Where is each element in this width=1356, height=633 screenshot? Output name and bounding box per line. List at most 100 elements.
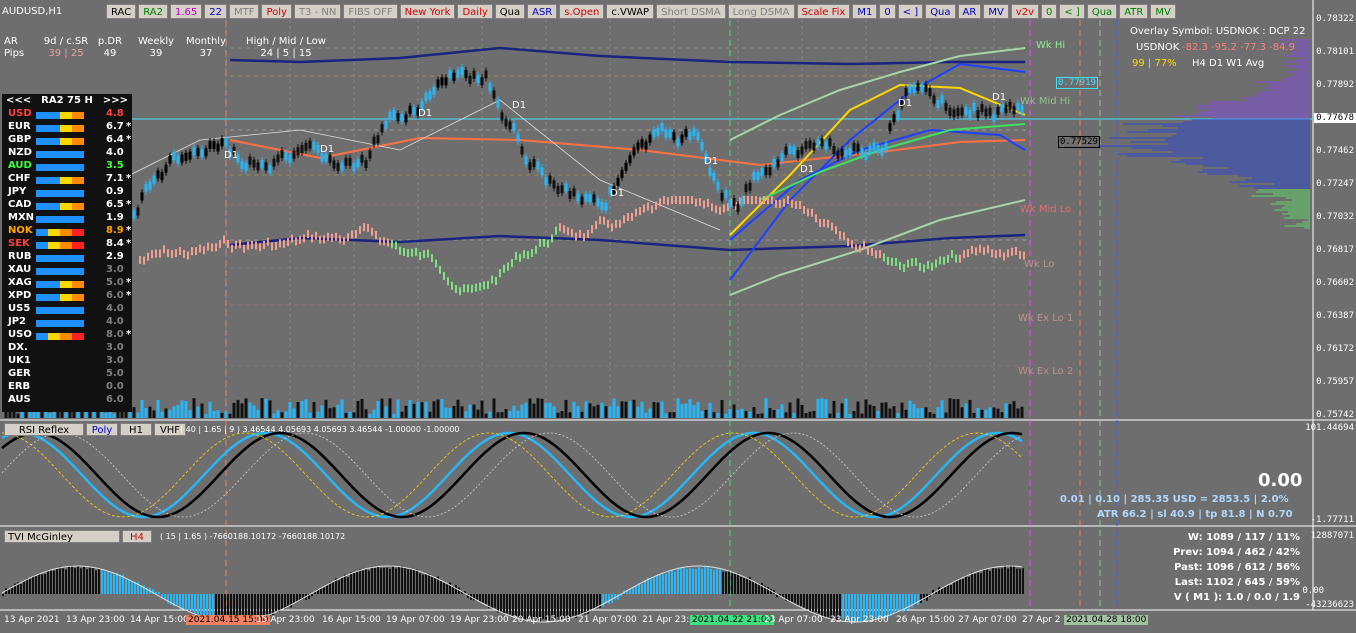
currency-star: * — [126, 134, 132, 145]
volume-bar — [144, 407, 148, 418]
tvi-bar — [59, 566, 61, 594]
toolbar-button[interactable]: MTF — [228, 4, 260, 19]
volume-bar — [436, 399, 440, 418]
toolbar-button[interactable]: T3 - NN — [293, 4, 342, 19]
currency-row[interactable]: US5 4.0 — [2, 302, 132, 315]
toolbar-button[interactable]: Daily — [457, 4, 493, 19]
tvi-bar — [590, 594, 592, 610]
toolbar-button[interactable]: v2v — [1010, 4, 1039, 19]
toolbar-button[interactable]: c.VWAP — [606, 4, 655, 19]
volume-bar — [872, 406, 876, 418]
tvi-bar — [101, 569, 103, 594]
tvi-bar — [1001, 568, 1003, 594]
price-candle — [364, 160, 368, 169]
toolbar-button[interactable]: Qua — [925, 4, 956, 19]
toolbar-button[interactable]: Long DSMA — [727, 4, 795, 19]
currency-value: 6.0 — [106, 394, 124, 405]
tvi-bar — [326, 585, 328, 594]
price-candle — [268, 165, 272, 174]
price-candle — [152, 175, 156, 184]
currency-row[interactable]: RUB 2.9 — [2, 250, 132, 263]
currency-row[interactable]: AUS 6.0 — [2, 393, 132, 406]
toolbar-button[interactable]: MV — [983, 4, 1009, 19]
currency-row[interactable]: EUR 6.7 * — [2, 120, 132, 133]
currency-row[interactable]: CAD 6.5 * — [2, 198, 132, 211]
volume-bar — [820, 398, 824, 418]
toolbar-button[interactable]: M1 — [852, 4, 878, 19]
toolbar-button[interactable]: ASR — [527, 4, 558, 19]
currency-row[interactable]: JP2 4.0 — [2, 315, 132, 328]
volume-bar — [740, 408, 744, 418]
toolbar-button[interactable]: AR — [957, 4, 982, 19]
toolbar-button[interactable]: RA2 — [138, 4, 168, 19]
price-candle — [968, 110, 972, 119]
currency-row[interactable]: CHF 7.1 * — [2, 172, 132, 185]
rsi-button[interactable]: H1 — [120, 423, 152, 436]
toolbar-button[interactable]: Scale Fix — [796, 4, 851, 19]
toolbar-button[interactable]: s.Open — [559, 4, 605, 19]
price-candle — [960, 107, 964, 116]
currency-value: 1.9 — [106, 212, 124, 223]
currency-row[interactable]: SEK 8.4 * — [2, 237, 132, 250]
volume-bar — [512, 405, 516, 418]
price-candle — [348, 157, 352, 166]
tvi-stat-line: Prev: 1094 / 462 / 42% — [1173, 547, 1300, 558]
toolbar-button[interactable]: Qua — [494, 4, 526, 19]
toolbar-button[interactable]: Poly — [261, 4, 292, 19]
currency-row[interactable]: GER 5.0 — [2, 367, 132, 380]
rsi-button[interactable]: Poly — [86, 423, 118, 436]
price-candle — [264, 162, 268, 171]
toolbar-button[interactable]: New York — [399, 4, 456, 19]
tvi-bar — [608, 594, 610, 604]
tvi-bar — [176, 594, 178, 605]
tvi-bar — [704, 565, 706, 594]
rsi-button[interactable]: RSI Reflex — [4, 423, 84, 436]
toolbar-button[interactable]: 0 — [1041, 4, 1058, 19]
main-chart-area — [0, 0, 1313, 420]
price-candle — [652, 129, 656, 138]
currency-row[interactable]: NZD 4.0 — [2, 146, 132, 159]
price-candle — [192, 147, 196, 156]
volume-bar — [136, 412, 140, 418]
panel-prev-button[interactable]: <<< — [6, 94, 31, 107]
currency-row[interactable]: USO 8.0 * — [2, 328, 132, 341]
volume-bar — [304, 399, 308, 418]
toolbar-button[interactable]: 1.65 — [169, 4, 203, 19]
tvi-bar — [413, 569, 415, 594]
tvi-bar — [1019, 568, 1021, 594]
currency-row[interactable]: XPD 6.0 * — [2, 289, 132, 302]
currency-row[interactable]: ERB 0.0 — [2, 380, 132, 393]
toolbar-button[interactable]: RAC — [106, 4, 137, 19]
currency-row[interactable]: AUD 3.5 — [2, 159, 132, 172]
currency-row[interactable]: DX. 3.0 — [2, 341, 132, 354]
strength-bar — [36, 279, 84, 288]
currency-row[interactable]: USD 4.8 — [2, 107, 132, 120]
toolbar-button[interactable]: Qua — [1086, 4, 1118, 19]
tvi-button[interactable]: H4 — [122, 530, 152, 543]
toolbar-button[interactable]: 22 — [204, 4, 227, 19]
volume-bar — [808, 411, 812, 418]
volume-bar — [464, 411, 468, 418]
currency-row[interactable]: MXN 1.9 — [2, 211, 132, 224]
tvi-bar — [500, 594, 502, 612]
tvi-button[interactable]: TVI McGinley — [4, 530, 120, 543]
currency-row[interactable]: UK1 3.0 — [2, 354, 132, 367]
price-axis-label: 0.78101 — [1316, 47, 1354, 57]
toolbar-button[interactable]: < ] — [897, 4, 924, 19]
currency-row[interactable]: XAG 5.0 * — [2, 276, 132, 289]
panel-next-button[interactable]: >>> — [103, 94, 128, 107]
toolbar-button[interactable]: Short DSMA — [656, 4, 726, 19]
toolbar-button[interactable]: FIBS OFF — [343, 4, 398, 19]
currency-star: * — [126, 290, 132, 301]
volume-bar — [228, 413, 232, 418]
currency-row[interactable]: GBP 6.4 * — [2, 133, 132, 146]
toolbar-button[interactable]: < ] — [1059, 4, 1085, 19]
toolbar-button[interactable]: 0 — [879, 4, 896, 19]
tvi-bar — [812, 594, 814, 612]
currency-row[interactable]: JPY 0.9 — [2, 185, 132, 198]
toolbar-button[interactable]: MV — [1150, 4, 1176, 19]
currency-row[interactable]: NOK 8.9 * — [2, 224, 132, 237]
toolbar-button[interactable]: ATR — [1119, 4, 1149, 19]
currency-row[interactable]: XAU 3.0 — [2, 263, 132, 276]
volume-bar — [636, 406, 640, 418]
